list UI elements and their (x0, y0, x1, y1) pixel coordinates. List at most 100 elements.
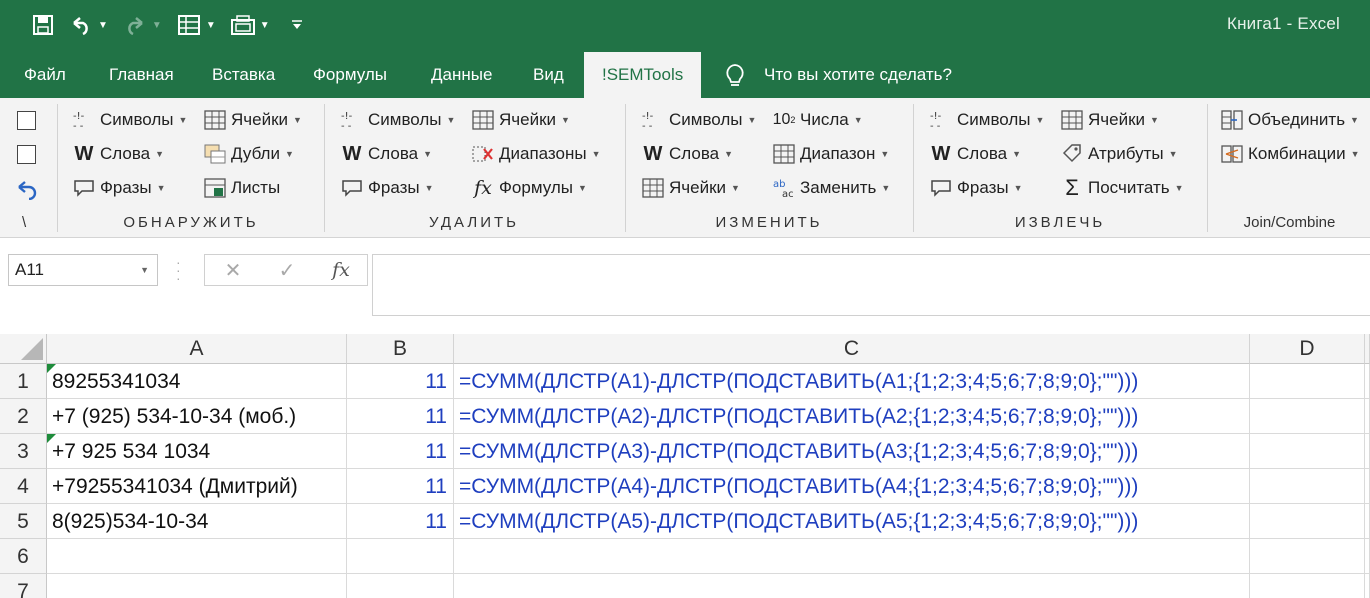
cell-a3[interactable]: +7 925 534 1034 (47, 434, 347, 469)
change-replace-button[interactable]: ab ac Заменить ▼ (772, 175, 890, 201)
insert-function-icon[interactable]: fx (321, 255, 361, 285)
redo-icon[interactable] (120, 10, 150, 40)
cell-a6[interactable] (47, 539, 347, 574)
cell-c3[interactable]: =СУММ(ДЛСТР(A3)-ДЛСТР(ПОДСТАВИТЬ(A3;{1;2… (454, 434, 1250, 469)
change-range-button[interactable]: Диапазон ▼ (772, 141, 889, 167)
formula-input[interactable] (372, 254, 1370, 316)
tab-home[interactable]: Главная (109, 52, 174, 98)
delete-phrases-button[interactable]: Фразы ▼ (340, 175, 434, 201)
select-all-button[interactable] (0, 334, 47, 364)
detect-duplicates-button[interactable]: Дубли ▼ (203, 141, 294, 167)
tab-formulas[interactable]: Формулы (313, 52, 387, 98)
row-header[interactable]: 1 (0, 364, 47, 399)
checkbox-1[interactable] (17, 111, 36, 130)
cell-a4[interactable]: +79255341034 (Дмитрий) (47, 469, 347, 504)
cell-c5[interactable]: =СУММ(ДЛСТР(A5)-ДЛСТР(ПОДСТАВИТЬ(A5;{1;2… (454, 504, 1250, 539)
cell-c6[interactable] (454, 539, 1250, 574)
cell-d7[interactable] (1250, 574, 1365, 598)
tab-insert[interactable]: Вставка (212, 52, 275, 98)
column-header-a[interactable]: A (47, 334, 347, 364)
join-merge-button[interactable]: Объединить ▼ (1220, 107, 1359, 133)
row-header[interactable]: 7 (0, 574, 47, 598)
delete-formulas-button[interactable]: fx Формулы ▼ (471, 175, 587, 201)
cell-d5[interactable] (1250, 504, 1365, 539)
column-header-e[interactable] (1365, 334, 1370, 364)
cell-a7[interactable] (47, 574, 347, 598)
detect-cells-button[interactable]: Ячейки ▼ (203, 107, 302, 133)
change-numbers-button[interactable]: 10 2 Числа ▼ (772, 107, 863, 133)
tab-data[interactable]: Данные (431, 52, 492, 98)
cell-e3[interactable] (1365, 434, 1370, 469)
cell-d1[interactable] (1250, 364, 1365, 399)
camera-dropdown-icon[interactable]: ▼ (260, 20, 270, 31)
lightbulb-icon[interactable] (724, 63, 746, 94)
column-header-d[interactable]: D (1250, 334, 1365, 364)
detect-words-button[interactable]: W Слова ▼ (72, 141, 165, 167)
delete-cells-button[interactable]: Ячейки ▼ (471, 107, 570, 133)
cell-d2[interactable] (1250, 399, 1365, 434)
cell-e1[interactable] (1365, 364, 1370, 399)
change-words-button[interactable]: W Слова ▼ (641, 141, 734, 167)
extract-words-button[interactable]: W Слова ▼ (929, 141, 1022, 167)
cell-c7[interactable] (454, 574, 1250, 598)
extract-phrases-button[interactable]: Фразы ▼ (929, 175, 1023, 201)
cell-b2[interactable]: 11 (347, 399, 454, 434)
tell-me-search[interactable]: Что вы хотите сделать? (764, 52, 952, 98)
cell-e6[interactable] (1365, 539, 1370, 574)
cell-c2[interactable]: =СУММ(ДЛСТР(A2)-ДЛСТР(ПОДСТАВИТЬ(A2;{1;2… (454, 399, 1250, 434)
detect-symbols-button[interactable]: -!- - - Символы ▼ (72, 107, 187, 133)
row-header[interactable]: 6 (0, 539, 47, 574)
row-header[interactable]: 3 (0, 434, 47, 469)
tab-semtools[interactable]: !SEMTools (584, 52, 702, 98)
cell-d4[interactable] (1250, 469, 1365, 504)
form-icon[interactable] (174, 10, 204, 40)
cell-b4[interactable]: 11 (347, 469, 454, 504)
customize-icon[interactable] (282, 10, 312, 40)
detect-sheets-button[interactable]: Листы (203, 175, 280, 201)
cell-a1[interactable]: 89255341034 (47, 364, 347, 399)
camera-icon[interactable] (228, 10, 258, 40)
resize-handle-icon[interactable]: · · · (176, 255, 181, 285)
checkbox-2[interactable] (17, 145, 36, 164)
cell-b7[interactable] (347, 574, 454, 598)
row-header[interactable]: 5 (0, 504, 47, 539)
enter-icon[interactable]: ✓ (267, 255, 307, 285)
extract-symbols-button[interactable]: -!- - - Символы ▼ (929, 107, 1044, 133)
undo-dropdown-icon[interactable]: ▼ (98, 20, 108, 31)
cell-a5[interactable]: 8(925)534-10-34 (47, 504, 347, 539)
save-icon[interactable] (28, 10, 58, 40)
tab-file[interactable]: Файл (24, 52, 66, 98)
cell-b3[interactable]: 11 (347, 434, 454, 469)
change-cells-button[interactable]: Ячейки ▼ (641, 175, 740, 201)
cell-e7[interactable] (1365, 574, 1370, 598)
extract-count-button[interactable]: Σ Посчитать ▼ (1060, 175, 1183, 201)
cell-d6[interactable] (1250, 539, 1365, 574)
detect-phrases-button[interactable]: Фразы ▼ (72, 175, 166, 201)
undo-icon[interactable] (66, 10, 96, 40)
tab-view[interactable]: Вид (533, 52, 564, 98)
delete-ranges-button[interactable]: Диапазоны ▼ (471, 141, 601, 167)
extract-attributes-button[interactable]: Атрибуты ▼ (1060, 141, 1178, 167)
row-header[interactable]: 2 (0, 399, 47, 434)
undo-action-icon[interactable] (15, 178, 39, 205)
chevron-down-icon[interactable]: ▼ (140, 255, 149, 285)
cell-b1[interactable]: 11 (347, 364, 454, 399)
column-header-c[interactable]: C (454, 334, 1250, 364)
cell-b6[interactable] (347, 539, 454, 574)
delete-words-button[interactable]: W Слова ▼ (340, 141, 433, 167)
redo-dropdown-icon[interactable]: ▼ (152, 20, 162, 31)
cell-e2[interactable] (1365, 399, 1370, 434)
join-combinations-button[interactable]: Комбинации ▼ (1220, 141, 1360, 167)
cell-e4[interactable] (1365, 469, 1370, 504)
column-header-b[interactable]: B (347, 334, 454, 364)
cell-a2[interactable]: +7 (925) 534-10-34 (моб.) (47, 399, 347, 434)
cancel-icon[interactable]: ✕ (213, 255, 253, 285)
cell-d3[interactable] (1250, 434, 1365, 469)
form-dropdown-icon[interactable]: ▼ (206, 20, 216, 31)
cell-c4[interactable]: =СУММ(ДЛСТР(A4)-ДЛСТР(ПОДСТАВИТЬ(A4;{1;2… (454, 469, 1250, 504)
delete-symbols-button[interactable]: -!- - - Символы ▼ (340, 107, 455, 133)
change-symbols-button[interactable]: -!- - - Символы ▼ (641, 107, 756, 133)
cell-b5[interactable]: 11 (347, 504, 454, 539)
cell-c1[interactable]: =СУММ(ДЛСТР(A1)-ДЛСТР(ПОДСТАВИТЬ(A1;{1;2… (454, 364, 1250, 399)
row-header[interactable]: 4 (0, 469, 47, 504)
